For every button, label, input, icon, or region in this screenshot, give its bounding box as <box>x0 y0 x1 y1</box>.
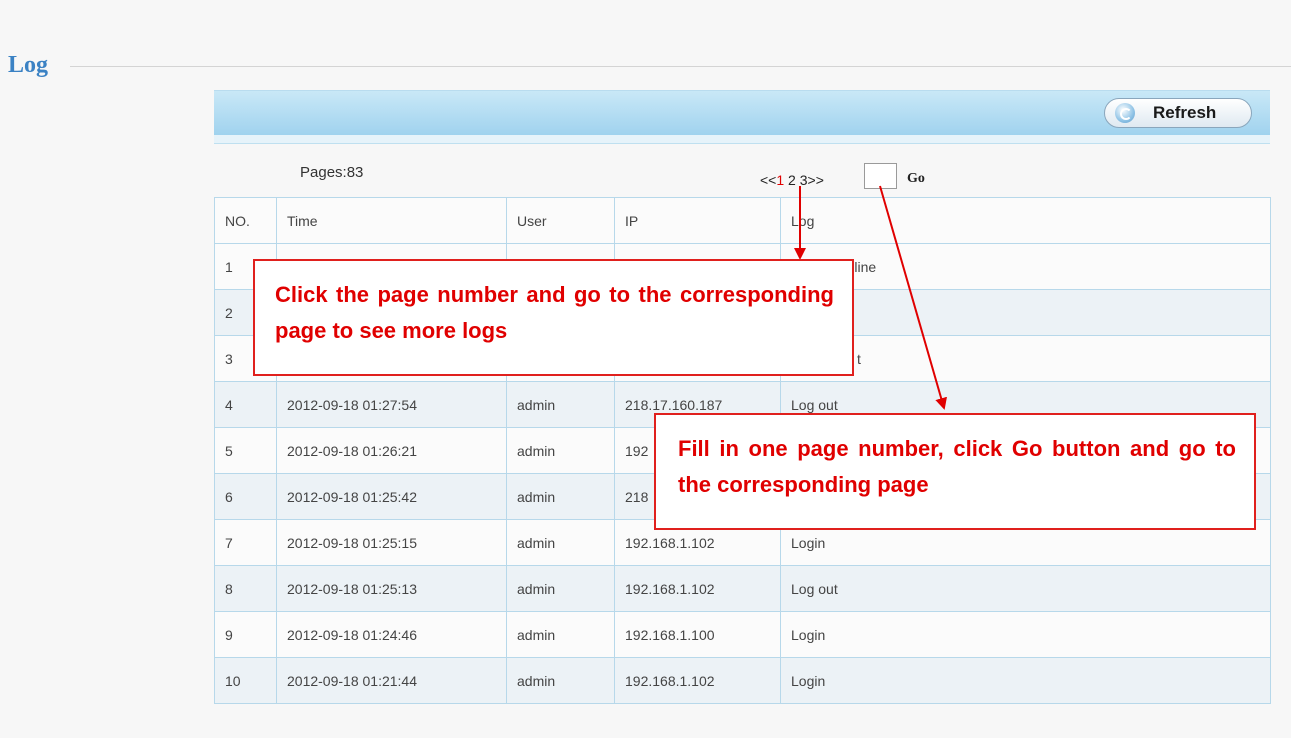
page-number-input[interactable] <box>864 163 897 189</box>
cell-log: Log out <box>780 565 1271 612</box>
go-button-callout: Fill in one page number, click Go button… <box>654 413 1256 530</box>
refresh-label: Refresh <box>1153 103 1217 122</box>
pager: <<1 2 3>> <box>760 172 824 188</box>
refresh-icon <box>1115 103 1135 123</box>
cell-time: 2012-09-18 01:21:44 <box>276 657 507 704</box>
table-row: 9 2012-09-18 01:24:46 admin 192.168.1.10… <box>214 611 1271 658</box>
cell-no: 10 <box>214 657 277 704</box>
cell-log: t <box>780 335 1271 382</box>
cell-ip: 192.168.1.102 <box>614 565 781 612</box>
table-header-row: NO. Time User IP Log <box>214 197 1271 244</box>
column-header-no: NO. <box>214 197 277 244</box>
prev-page-link[interactable]: << <box>760 172 776 188</box>
cell-ip: 192.168.1.100 <box>614 611 781 658</box>
page-title: Log <box>8 52 49 78</box>
pages-count: Pages:83 <box>300 164 364 181</box>
go-button[interactable]: Go <box>907 171 925 187</box>
next-page-link[interactable]: >> <box>808 172 824 188</box>
cell-time: 2012-09-18 01:25:13 <box>276 565 507 612</box>
column-header-ip: IP <box>614 197 781 244</box>
cell-user: admin <box>506 611 615 658</box>
page-link-1[interactable]: 1 <box>776 172 784 188</box>
toolbar-underline <box>214 135 1270 144</box>
cell-user: admin <box>506 473 615 520</box>
cell-no: 4 <box>214 381 277 428</box>
cell-time: 2012-09-18 01:24:46 <box>276 611 507 658</box>
cell-log <box>780 289 1271 336</box>
page-link-2[interactable]: 2 <box>788 172 796 188</box>
cell-user: admin <box>506 381 615 428</box>
title-divider <box>70 66 1291 67</box>
refresh-button[interactable]: Refresh <box>1104 98 1252 128</box>
table-row: 10 2012-09-18 01:21:44 admin 192.168.1.1… <box>214 657 1271 704</box>
cell-log: Login <box>780 657 1271 704</box>
cell-log: ff line <box>780 243 1271 290</box>
cell-time: 2012-09-18 01:27:54 <box>276 381 507 428</box>
page-link-3[interactable]: 3 <box>800 172 808 188</box>
table-row: 8 2012-09-18 01:25:13 admin 192.168.1.10… <box>214 565 1271 612</box>
cell-no: 6 <box>214 473 277 520</box>
cell-no: 9 <box>214 611 277 658</box>
cell-log: Login <box>780 611 1271 658</box>
page-number-callout: Click the page number and go to the corr… <box>253 259 854 376</box>
cell-no: 5 <box>214 427 277 474</box>
column-header-log: Log <box>780 197 1271 244</box>
cell-user: admin <box>506 657 615 704</box>
cell-time: 2012-09-18 01:25:15 <box>276 519 507 566</box>
cell-user: admin <box>506 565 615 612</box>
cell-time: 2012-09-18 01:26:21 <box>276 427 507 474</box>
cell-time: 2012-09-18 01:25:42 <box>276 473 507 520</box>
cell-user: admin <box>506 427 615 474</box>
cell-no: 8 <box>214 565 277 612</box>
column-header-user: User <box>506 197 615 244</box>
column-header-time: Time <box>276 197 507 244</box>
log-page: Log Refresh Pages:83 <<1 2 3>> Go NO. Ti… <box>0 0 1291 738</box>
cell-user: admin <box>506 519 615 566</box>
cell-no: 7 <box>214 519 277 566</box>
cell-ip: 192.168.1.102 <box>614 657 781 704</box>
